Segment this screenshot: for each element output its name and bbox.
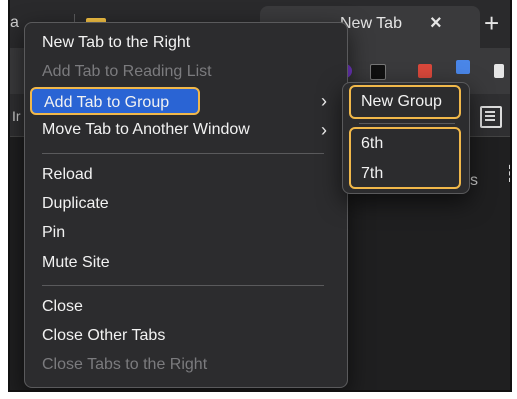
tab-context-menu: New Tab to the Right Add Tab to Reading … — [24, 22, 348, 388]
extension-icon-dark[interactable] — [370, 64, 386, 80]
submenu-item-new-group[interactable]: New Group — [361, 89, 442, 115]
menu-item-new-tab-right[interactable]: New Tab to the Right — [30, 29, 340, 57]
menu-divider — [42, 285, 324, 286]
menu-item-move-tab-window[interactable]: Move Tab to Another Window — [30, 116, 340, 144]
menu-item-add-tab-to-group[interactable]: Add Tab to Group — [30, 87, 200, 115]
menu-item-reload[interactable]: Reload — [30, 161, 340, 189]
chevron-right-icon: › — [321, 120, 327, 140]
chevron-right-icon: › — [321, 91, 327, 111]
menu-item-add-to-reading-list: Add Tab to Reading List — [42, 63, 212, 80]
add-to-group-submenu: New Group 6th 7th — [342, 82, 470, 194]
background-text-fragment: s — [470, 172, 478, 189]
puzzle-icon[interactable] — [494, 64, 504, 78]
submenu-item-group-6th[interactable]: 6th — [361, 131, 383, 157]
menu-item-close[interactable]: Close — [30, 293, 340, 321]
new-tab-button[interactable]: + — [484, 8, 499, 39]
menu-item-pin[interactable]: Pin — [30, 219, 340, 247]
translate-icon[interactable] — [456, 60, 470, 74]
submenu-divider — [359, 123, 455, 124]
reading-list-icon[interactable] — [480, 106, 502, 128]
more-options-icon[interactable]: ⋮ — [500, 163, 510, 185]
background-tab-fragment[interactable]: a — [10, 14, 19, 32]
menu-item-duplicate[interactable]: Duplicate — [30, 190, 340, 218]
browser-window: a New Tab × + Ir s ⋮ New Tab to the Righ… — [8, 0, 512, 392]
menu-item-close-tabs-right: Close Tabs to the Right — [42, 356, 208, 373]
menu-item-mute-site[interactable]: Mute Site — [30, 249, 340, 277]
submenu-item-group-7th[interactable]: 7th — [361, 161, 383, 187]
active-tab-title: New Tab — [340, 15, 402, 32]
menu-divider — [42, 153, 324, 154]
menu-item-close-other-tabs[interactable]: Close Other Tabs — [30, 322, 340, 350]
extension-icon-red[interactable] — [418, 64, 432, 78]
bookmark-fragment[interactable]: Ir — [12, 108, 21, 124]
close-tab-icon[interactable]: × — [430, 12, 442, 35]
